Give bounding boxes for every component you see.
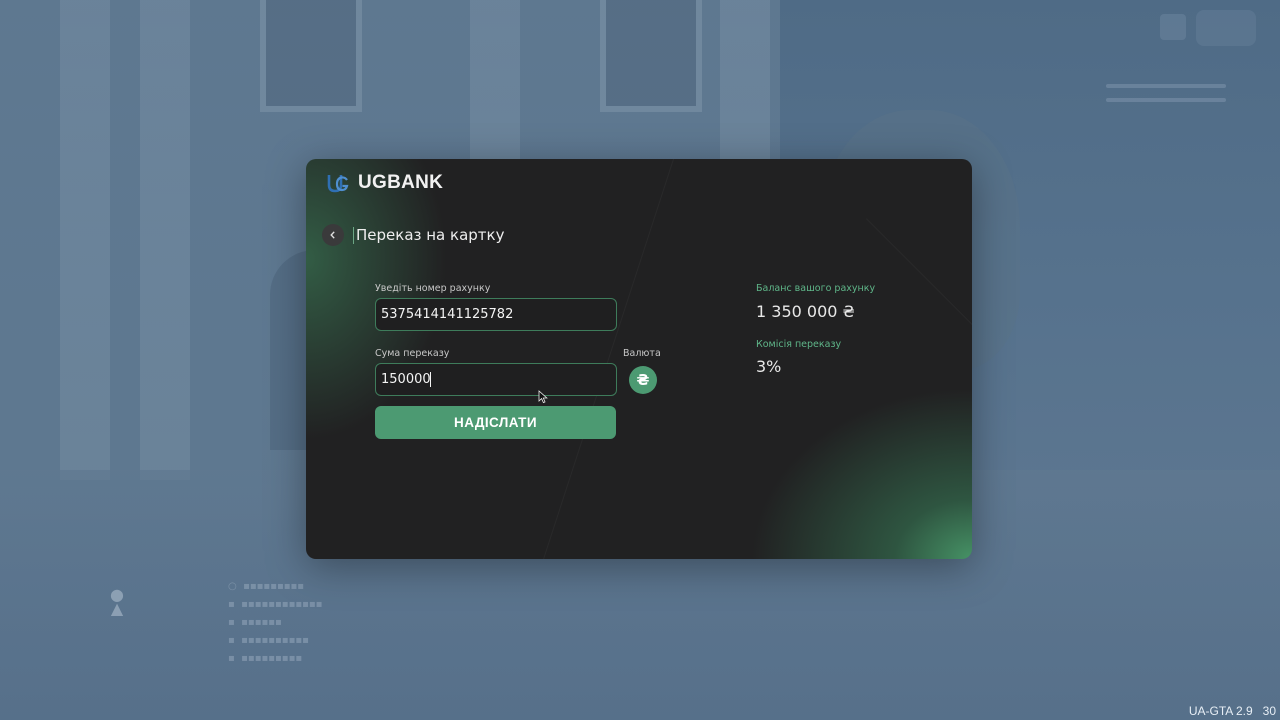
text-caret: [430, 372, 431, 387]
decorative-line: [525, 159, 687, 559]
balance-label: Баланс вашого рахунку: [756, 283, 876, 294]
server-logo-icon: [1196, 10, 1256, 46]
page-title: Переказ на картку: [356, 226, 505, 244]
account-number-input[interactable]: [375, 298, 617, 331]
version-text: UA-GTA 2.9: [1188, 704, 1253, 718]
back-button[interactable]: [322, 224, 344, 246]
camera-icon: [1160, 14, 1186, 40]
brand: UGBANK: [326, 171, 443, 195]
hud-phone-menu: ○ ▪▪▪▪▪▪▪▪▪ ▪ ▪▪▪▪▪▪▪▪▪▪▪▪ ▪ ▪▪▪▪▪▪ ▪ ▪▪…: [228, 578, 322, 668]
hud-menu-item: ▪ ▪▪▪▪▪▪▪▪▪▪▪▪: [228, 599, 323, 610]
header-divider: [353, 226, 354, 244]
background-column: [60, 0, 110, 480]
hryvnia-icon: ₴: [636, 371, 650, 389]
hud-menu-item: ○ ▪▪▪▪▪▪▪▪▪: [228, 581, 305, 592]
mouse-cursor-icon: [538, 390, 548, 404]
decorative-line: [866, 218, 972, 559]
game-version-label: UA-GTA 2.9 30: [1189, 704, 1280, 720]
ugbank-logo-icon: [327, 175, 349, 193]
hud-menu-item: ▪ ▪▪▪▪▪▪▪▪▪: [228, 653, 303, 664]
fee-label: Комісія переказу: [756, 339, 842, 350]
bank-transfer-window: UGBANK Переказ на картку Уведіть номер р…: [306, 159, 972, 559]
background-column: [140, 0, 190, 480]
hud-menu-item: ▪ ▪▪▪▪▪▪: [228, 617, 282, 628]
fee-value: 3%: [756, 357, 782, 376]
page-header: Переказ на картку: [322, 224, 504, 246]
balance-value: 1 350 000 ₴: [756, 302, 855, 321]
transfer-amount-label: Сума переказу: [375, 348, 450, 359]
transfer-amount-input[interactable]: [375, 363, 617, 396]
hud-top-right: [1086, 10, 1266, 130]
background-window: [260, 0, 362, 112]
player-figure-icon: ● ▲: [110, 585, 124, 618]
currency-hryvnia-button[interactable]: ₴: [629, 366, 657, 394]
currency-label: Валюта: [623, 348, 661, 359]
send-button[interactable]: НАДІСЛАТИ: [375, 406, 616, 439]
chevron-left-icon: [330, 231, 335, 239]
hud-armor-bar: [1106, 98, 1226, 102]
brand-name: UGBANK: [358, 172, 444, 193]
background-window: [600, 0, 702, 112]
hud-health-bar: [1106, 84, 1226, 88]
hud-menu-item: ▪ ▪▪▪▪▪▪▪▪▪▪: [228, 635, 309, 646]
account-number-label: Уведіть номер рахунку: [375, 283, 491, 294]
version-suffix-text: 30: [1262, 704, 1276, 718]
